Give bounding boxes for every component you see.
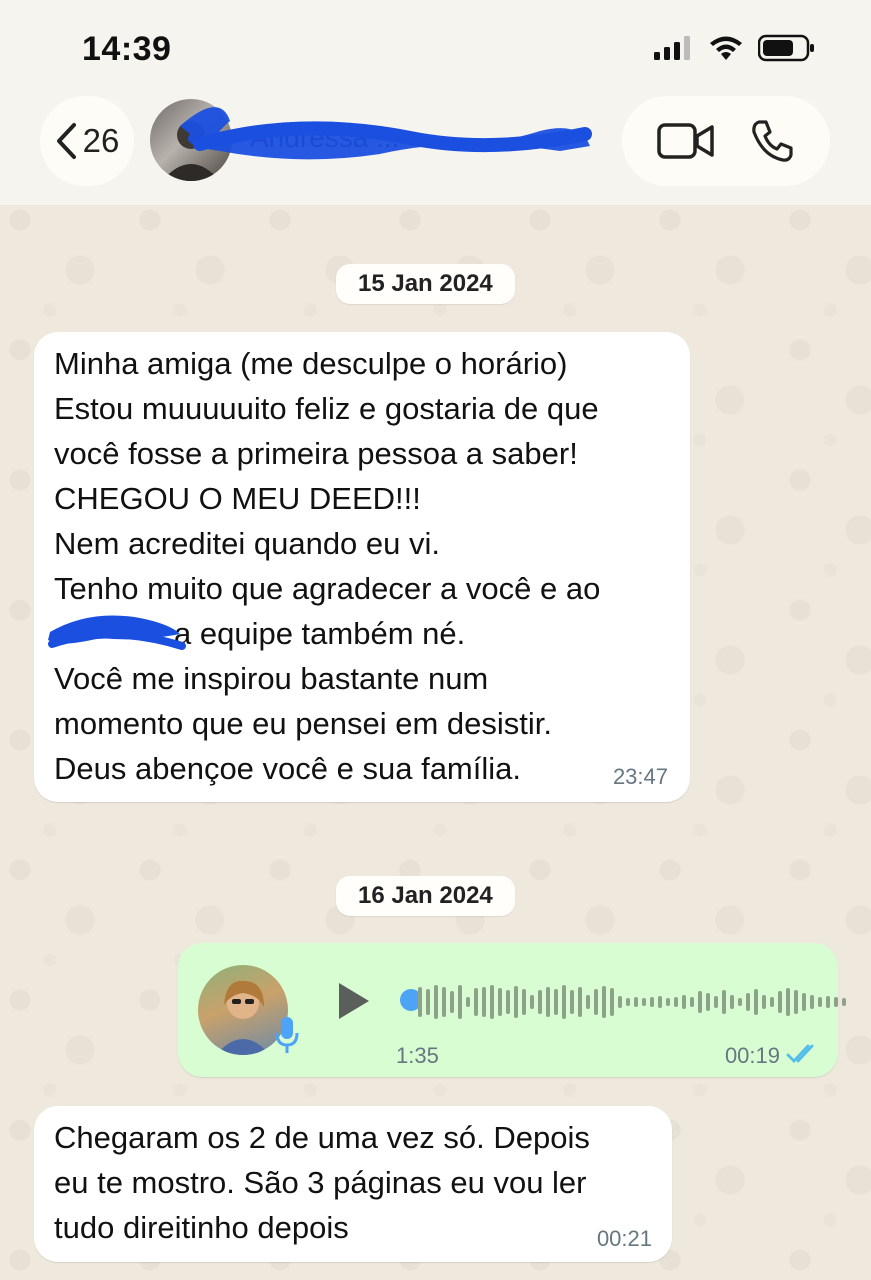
- double-check-icon: [786, 1044, 814, 1064]
- waveform-bar: [706, 993, 710, 1011]
- message-line: Você me inspirou bastante num: [54, 661, 489, 696]
- waveform-bar: [466, 997, 470, 1007]
- waveform-bar: [666, 998, 670, 1006]
- waveform-bar: [674, 997, 678, 1007]
- waveform-bar: [434, 985, 438, 1019]
- call-actions: [622, 96, 830, 186]
- waveform-bar: [586, 995, 590, 1009]
- waveform-bar: [618, 996, 622, 1008]
- phone-icon[interactable]: [749, 118, 795, 164]
- message-line: Minha amiga (me desculpe o horário): [54, 346, 568, 381]
- waveform-bar: [818, 997, 822, 1007]
- waveform-bar: [442, 987, 446, 1017]
- incoming-message[interactable]: Minha amiga (me desculpe o horário) Esto…: [34, 332, 690, 802]
- waveform-bar: [458, 985, 462, 1019]
- waveform-bar: [418, 987, 422, 1017]
- message-time: 00:19: [724, 1043, 780, 1068]
- status-time: 14:39: [82, 30, 172, 68]
- waveform-bar: [474, 988, 478, 1016]
- waveform-bar: [730, 995, 734, 1009]
- message-line: Estou muuuuuito feliz e gostaria de que: [54, 391, 599, 426]
- chat-header: 14:39 26 Andressa ...: [0, 0, 871, 205]
- back-button[interactable]: 26: [40, 96, 134, 186]
- message-line: CHEGOU O MEU DEED!!!: [54, 481, 421, 516]
- incoming-message[interactable]: Chegaram os 2 de uma vez só. Depois eu t…: [34, 1106, 672, 1262]
- video-camera-icon[interactable]: [657, 121, 715, 161]
- play-icon[interactable]: [336, 981, 372, 1021]
- waveform-bar: [826, 996, 830, 1008]
- wifi-icon: [710, 36, 742, 60]
- waveform-bar: [714, 996, 718, 1008]
- signal-icon: [654, 36, 690, 60]
- waveform-bar: [578, 987, 582, 1017]
- waveform-bar: [538, 990, 542, 1014]
- waveform-bar: [746, 993, 750, 1011]
- waveform-bar: [810, 995, 814, 1009]
- waveform-bar: [450, 991, 454, 1013]
- waveform-bar: [490, 985, 494, 1019]
- redaction-scribble: [180, 107, 592, 160]
- waveform-bar: [562, 985, 566, 1019]
- date-separator: 16 Jan 2024: [336, 876, 515, 916]
- waveform-bar: [570, 990, 574, 1014]
- message-time: 00:21: [596, 1226, 652, 1251]
- waveform-bar: [482, 987, 486, 1017]
- waveform-bar: [762, 995, 766, 1009]
- message-line: momento que eu pensei em desistir.: [54, 706, 552, 741]
- waveform-bar: [634, 997, 638, 1007]
- waveform-bar: [514, 986, 518, 1018]
- message-line: tudo direitinho depois: [54, 1210, 349, 1245]
- message-line: eu te mostro. São 3 páginas eu vou ler: [54, 1165, 587, 1200]
- waveform-bar: [770, 997, 774, 1007]
- waveform-bar: [498, 988, 502, 1016]
- waveform-bar: [426, 989, 430, 1015]
- date-separator: 15 Jan 2024: [336, 264, 515, 304]
- waveform-bar: [786, 988, 790, 1016]
- waveform-bar: [842, 998, 846, 1006]
- waveform-bar: [594, 989, 598, 1015]
- waveform-bar: [610, 988, 614, 1016]
- waveform-bar: [602, 986, 606, 1018]
- message-line: você fosse a primeira pessoa a saber!: [54, 436, 578, 471]
- waveform-bar: [642, 998, 646, 1006]
- waveform-bar: [506, 990, 510, 1014]
- waveform-bar: [778, 991, 782, 1013]
- waveform-bar: [698, 991, 702, 1013]
- waveform-bar: [546, 987, 550, 1017]
- message-line: Nem acreditei quando eu vi.: [54, 526, 441, 561]
- waveform-bar: [650, 997, 654, 1007]
- waveform-bar: [738, 998, 742, 1006]
- microphone-icon: [275, 1017, 299, 1053]
- waveform-bar: [722, 990, 726, 1014]
- status-icons: [654, 34, 816, 62]
- redaction-scribble: [48, 615, 186, 650]
- voice-waveform[interactable]: [418, 982, 846, 1022]
- waveform-bar: [682, 995, 686, 1009]
- unread-count: 26: [82, 122, 120, 159]
- message-line: Deus abençoe você e sua família.: [54, 751, 521, 786]
- waveform-bar: [522, 989, 526, 1015]
- chevron-left-icon: [56, 123, 76, 159]
- waveform-bar: [802, 993, 806, 1011]
- message-line: Chegaram os 2 de uma vez só. Depois: [54, 1120, 590, 1155]
- waveform-bar: [690, 997, 694, 1007]
- waveform-bar: [754, 989, 758, 1015]
- waveform-bar: [554, 989, 558, 1015]
- waveform-bar: [834, 997, 838, 1007]
- waveform-bar: [626, 998, 630, 1006]
- waveform-bar: [794, 990, 798, 1014]
- waveform-bar: [530, 995, 534, 1009]
- voice-duration: 1:35: [396, 1043, 439, 1068]
- message-time: 23:47: [612, 764, 668, 789]
- battery-icon: [758, 34, 814, 62]
- waveform-bar: [658, 996, 662, 1008]
